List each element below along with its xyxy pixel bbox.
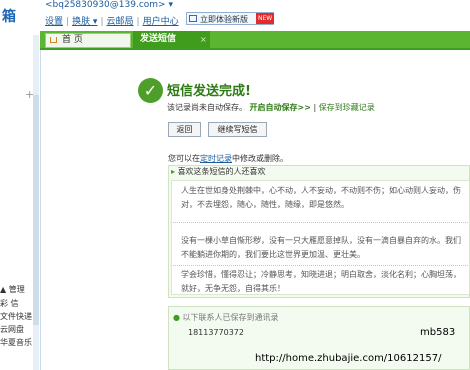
watermark-url: http://home.zhubajie.com/10612157/ <box>255 353 442 364</box>
tab-home[interactable]: 首 页 <box>45 33 131 48</box>
cloud-mail-link[interactable]: 云邮局 <box>107 17 134 27</box>
nav-item-file-express[interactable]: 文件快递 <box>0 311 32 322</box>
tab-send-sms[interactable]: 发送短信 <box>133 31 210 48</box>
nav-item-cloud-disk[interactable]: 云网盘 <box>0 324 24 335</box>
user-center-link[interactable]: 用户中心 <box>143 17 179 27</box>
tab-home-label: 首 页 <box>62 35 83 45</box>
new-badge: NEW <box>256 13 275 24</box>
separator: | <box>100 17 104 27</box>
nav-item-mms[interactable]: 彩 信 <box>0 298 19 309</box>
page-title: 短信发送完成! <box>167 84 251 99</box>
skin-link[interactable]: 换肤 ▾ <box>72 17 97 27</box>
sms-line: 不能躺进你期的，我们要比这世界更加温、更壮美。 <box>181 250 365 259</box>
contact-phone: 18113770372 <box>188 328 244 337</box>
scheduled-records-link[interactable]: 定时记录 <box>200 154 232 163</box>
settings-link[interactable]: 设置 <box>45 17 63 27</box>
sms-item[interactable]: 学会珍惜，懂得忍让；冷静思考，知晓进退；明白取舍，淡化名利；心胸坦荡， 就好，无… <box>181 269 461 295</box>
check-icon: ✓ <box>138 78 163 103</box>
collapse-arrow-icon: ▸ <box>171 167 176 176</box>
back-button[interactable]: 返回 <box>168 122 201 137</box>
separator: | <box>66 17 70 27</box>
nav-item-music[interactable]: 华夏音乐 <box>0 337 32 348</box>
bullet-icon: ● <box>173 313 180 322</box>
watermark-user: mb583 <box>420 327 456 338</box>
home-icon <box>50 37 57 43</box>
enable-autosave-link[interactable]: 开启自动保存>> <box>250 103 311 112</box>
left-scrollbar-thumb[interactable] <box>33 95 39 325</box>
left-panel: ▲ 管理 彩 信 文件快递 云网盘 华夏音乐 <box>0 35 41 370</box>
sms-item[interactable]: 没有一棵小草自惭形秽，没有一只大雁愿意掉队，没有一滴自暴自弃的水。我们 不能躺进… <box>181 235 461 261</box>
sms-line: 没有一棵小草自惭形秽，没有一只大雁愿意掉队，没有一滴自暴自弃的水。我们 <box>181 236 461 245</box>
tab-close-icon[interactable]: × <box>200 35 207 44</box>
divider <box>173 222 468 223</box>
recommend-header-label: 喜欢这条短信的人还喜欢 <box>177 167 266 176</box>
recommend-header[interactable]: ▸ 喜欢这条短信的人还喜欢 <box>171 166 266 177</box>
saved-contacts-header: ● 以下联系人已保存到通讯录 <box>173 312 279 323</box>
sms-line: 对，不去埋怨，随心，随性，随缘，即是悠然。 <box>181 200 349 209</box>
expand-plus-icon[interactable]: + <box>25 88 34 101</box>
try-new-version-label: 立即体验新版 <box>200 15 248 24</box>
separator: | <box>313 103 317 112</box>
separator: | <box>136 17 140 27</box>
sms-line: 学会珍惜，懂得忍让；冷静思考，知晓进退；明白取舍，淡化名利；心胸坦荡， <box>181 270 461 279</box>
saved-contacts-label: 以下联系人已保存到通讯录 <box>182 313 279 322</box>
save-note: 该记录尚未自动保存。 <box>167 103 247 112</box>
divider <box>173 265 468 266</box>
account-email[interactable]: <bq25830930@139.com> ▾ <box>45 0 173 10</box>
save-to-archive-link[interactable]: 保存到珍藏记录 <box>319 103 375 112</box>
logo-text: 箱 <box>2 9 17 25</box>
top-links: 设置 | 换肤 ▾ | 云邮局 | 用户中心 <box>45 14 182 27</box>
save-status: 该记录尚未自动保存。 开启自动保存>> | 保存到珍藏记录 <box>167 102 375 113</box>
nav-manage[interactable]: ▲ 管理 <box>0 284 25 295</box>
sms-line: 就好，无争无怨，自得其乐！ <box>181 284 285 293</box>
sms-item[interactable]: 人生在世如身处荆棘中，心不动，人不妄动，不动则不伤；如心动则人妄动，伤 对，不去… <box>181 185 461 211</box>
tip-line: 您可以在定时记录中修改或删除。 <box>168 153 288 164</box>
sms-line: 人生在世如身处荆棘中，心不动，人不妄动，不动则不伤；如心动则人妄动，伤 <box>181 186 461 195</box>
continue-writing-button[interactable]: 继续写短信 <box>208 122 267 137</box>
tip-prefix: 您可以在 <box>168 154 200 163</box>
tip-suffix: 中修改或删除。 <box>232 154 288 163</box>
logo: 箱 <box>0 0 38 28</box>
monitor-icon <box>189 15 197 22</box>
